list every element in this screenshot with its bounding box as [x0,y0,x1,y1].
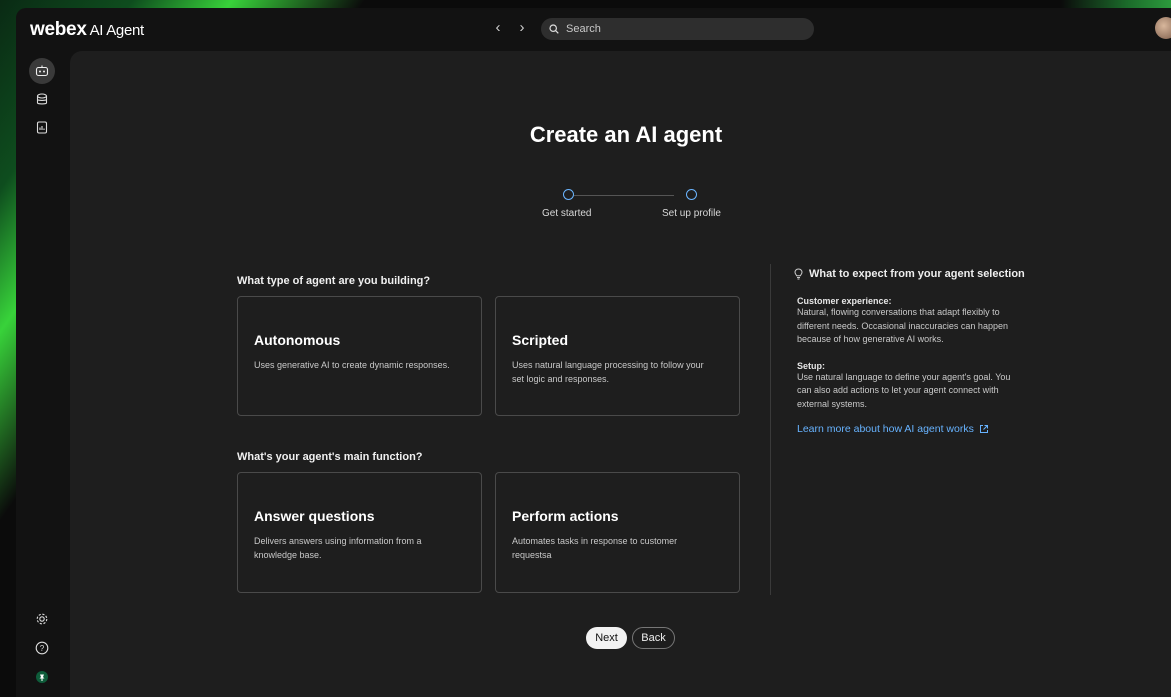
avatar[interactable] [1155,17,1171,39]
option-description: Delivers answers using information from … [254,536,422,560]
option-title: Perform actions [512,508,619,524]
page-title: Create an AI agent [529,122,723,147]
option-title: Answer questions [254,508,375,524]
gear-icon [36,613,48,625]
stepper: Get started Set up profile [532,189,732,229]
svg-text:?: ? [40,644,45,653]
learn-more-link-text: Learn more about how AI agent works [797,423,974,435]
app-brand: webex AI Agent [30,19,144,41]
sidebar-item-pin[interactable] [29,664,55,690]
setup-text: Use natural language to define your agen… [797,371,1011,409]
search-bar[interactable] [541,18,814,40]
main-panel: Create an AI agent Get started Set up pr… [70,51,1171,697]
customer-experience-label: Customer experience: [797,296,892,306]
setup-label: Setup: [797,360,825,371]
sidebar-item-reports[interactable] [29,114,55,140]
option-description: Uses natural language processing to foll… [512,360,704,384]
step-dot-get-started [563,189,574,200]
pin-icon [36,671,48,683]
back-arrow-icon[interactable]: ‹ [490,19,506,37]
step-dot-set-up-profile [686,189,697,200]
external-link-icon [979,425,988,433]
report-icon [36,120,48,134]
agent-function-question: What's your agent's main function? [237,451,423,463]
sidebar-item-settings[interactable] [29,606,55,632]
option-answer-questions[interactable]: Answer questions Delivers answers using … [237,472,482,593]
option-title: Scripted [512,332,569,348]
option-description: Automates tasks in response to customer … [512,536,678,560]
sidebar-item-agents[interactable] [29,58,55,84]
lightbulb-icon [794,268,803,280]
option-autonomous[interactable]: Autonomous Uses generative AI to create … [237,296,482,416]
next-button[interactable]: Next [586,627,627,649]
search-input[interactable] [564,22,798,36]
product-name: AI Agent [89,22,145,39]
step-label-set-up-profile: Set up profile [662,208,721,219]
agent-type-question: What type of agent are you building? [237,275,431,287]
step-connector [574,195,674,196]
sidebar-item-help[interactable]: ? [29,635,55,661]
learn-more-link[interactable]: Learn more about how AI agent works [797,423,1034,435]
info-panel: What to expect from your agent selection… [794,268,1034,435]
bot-icon [35,65,49,77]
step-label-get-started: Get started [542,208,592,219]
customer-experience-text: Natural, flowing conversations that adap… [797,307,1008,344]
info-heading-text: What to expect from your agent selection [809,268,1025,280]
help-icon: ? [35,641,49,655]
webex-logo: webex [30,19,87,40]
vertical-divider [770,264,771,595]
app-window: webex AI Agent ‹ › Search ? Create an AI… [16,8,1171,697]
option-title: Autonomous [254,332,341,348]
option-perform-actions[interactable]: Perform actions Automates tasks in respo… [495,472,740,593]
top-bar: webex AI Agent ‹ › [16,8,1171,50]
database-icon [36,92,48,104]
option-description: Uses generative AI to create dynamic res… [254,360,450,370]
forward-arrow-icon[interactable]: › [514,19,530,37]
search-icon [549,24,559,34]
sidebar: ? [16,50,70,697]
back-button[interactable]: Back [632,627,675,649]
sidebar-item-knowledge[interactable] [29,86,55,112]
info-heading: What to expect from your agent selection [794,268,1034,280]
option-scripted[interactable]: Scripted Uses natural language processin… [495,296,740,416]
